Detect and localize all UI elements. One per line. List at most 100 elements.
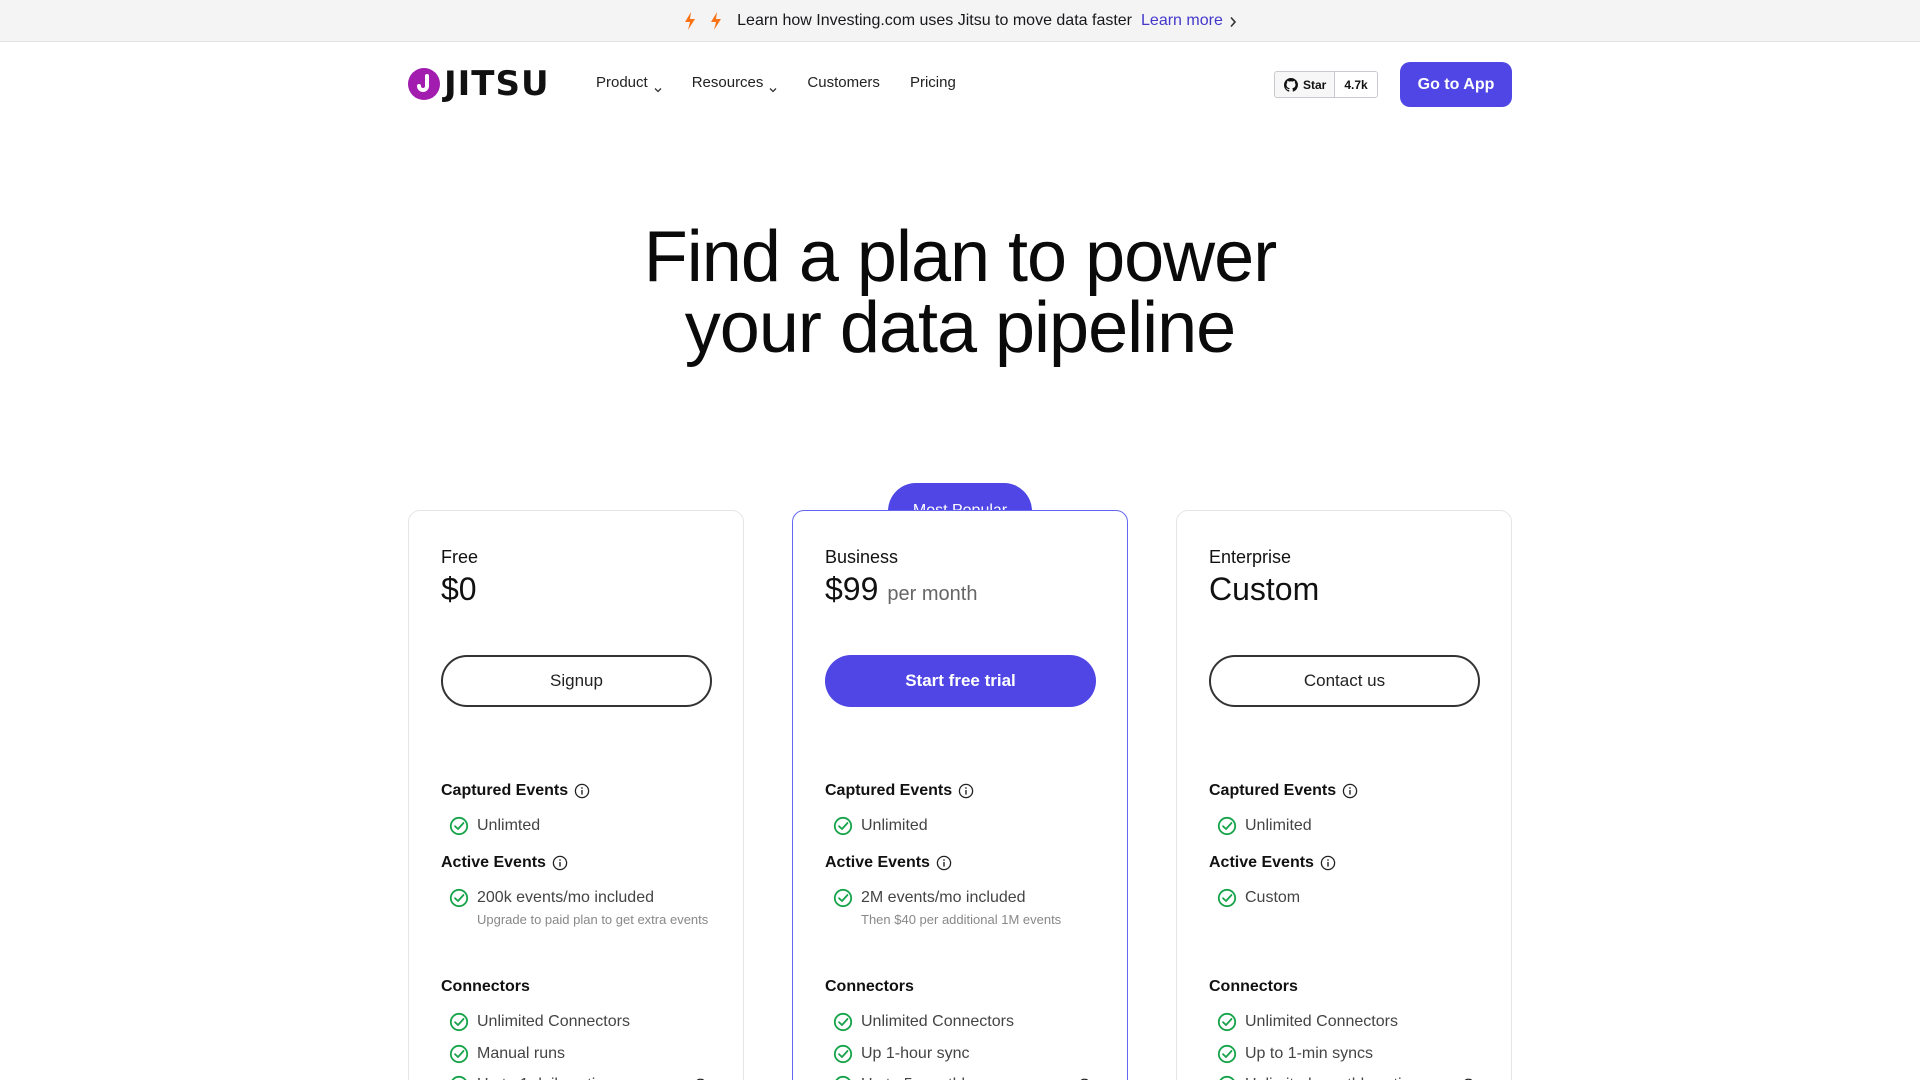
feature-item: Up to 1 daily active syncs	[441, 1075, 721, 1080]
feature-item: Up to 5 monthly syncs	[825, 1075, 1105, 1080]
active-events-note: Then $40 per additional 1M events	[861, 912, 1062, 927]
captured-events-value: Unlimted	[477, 817, 541, 834]
plan-price-group: $99 per month	[825, 571, 977, 608]
connector-feature: Unlimited Connectors	[861, 1013, 1014, 1030]
feature-item: Unlimited Connectors	[1209, 1012, 1489, 1032]
feature-item: 2M events/mo included	[825, 888, 1105, 908]
check-circle-icon	[1217, 816, 1237, 836]
page-title-line-1: Find a plan to power	[643, 217, 1277, 297]
plan-card-free: Free $0 Signup Captured Events Unlimted …	[408, 510, 744, 1080]
bolt-icon	[683, 11, 697, 31]
check-circle-icon	[1217, 1044, 1237, 1064]
info-icon[interactable]	[1342, 783, 1358, 799]
bolt-icon	[709, 11, 723, 31]
github-star-count[interactable]: 4.7k	[1335, 72, 1377, 97]
connector-feature: Manual runs	[477, 1045, 566, 1062]
connectors-heading: Connectors	[825, 978, 914, 995]
active-events-value: 200k events/mo included	[477, 889, 654, 906]
active-events-section: Active Events 200k events/mo included Up…	[441, 853, 721, 929]
check-circle-icon	[449, 1044, 469, 1064]
feature-item: Unlimited Connectors	[441, 1012, 721, 1032]
plan-cta-button[interactable]: Signup	[441, 655, 712, 707]
github-star[interactable]: Star	[1275, 72, 1336, 97]
active-events-heading: Active Events	[825, 853, 1105, 873]
feature-item: Unlimited Connectors	[825, 1012, 1105, 1032]
announcement-bar: Learn how Investing.com uses Jitsu to mo…	[0, 0, 1920, 42]
connectors-heading: Connectors	[441, 978, 530, 995]
check-circle-icon	[833, 888, 853, 908]
captured-events-label: Captured Events	[1209, 782, 1337, 799]
plan-price: Custom	[1209, 571, 1320, 607]
nav-pricing[interactable]: Pricing	[910, 74, 956, 91]
captured-events-label: Captured Events	[441, 782, 569, 799]
announcement-text: Learn how Investing.com uses Jitsu to mo…	[737, 11, 1133, 29]
captured-events-section: Captured Events Unlimted	[441, 781, 721, 836]
connector-feature: Up to 5 monthly syncs	[861, 1075, 1018, 1080]
jitsu-logo[interactable]: JITSU	[408, 64, 550, 104]
nav-customers-label: Customers	[807, 74, 880, 91]
nav-product[interactable]: Product	[596, 74, 662, 92]
github-star-button[interactable]: Star 4.7k	[1274, 71, 1378, 98]
logo-mark-icon	[408, 68, 440, 100]
github-icon	[1284, 77, 1298, 92]
plan-name: Enterprise	[1209, 547, 1292, 567]
feature-item: Unlimited monthly active	[1209, 1075, 1489, 1080]
captured-events-section: Captured Events Unlimited	[1209, 781, 1489, 836]
nav-customers[interactable]: Customers	[807, 74, 880, 91]
active-events-value: Custom	[1245, 889, 1301, 906]
github-star-label: Star	[1303, 77, 1327, 92]
plan-card-business: Business $99 per month Start free trial …	[792, 510, 1128, 1080]
captured-events-value: Unlimited	[1245, 817, 1312, 834]
captured-events-label: Captured Events	[825, 782, 953, 799]
connectors-heading: Connectors	[1209, 978, 1298, 995]
nav-product-label: Product	[596, 74, 648, 91]
nav-resources-label: Resources	[691, 74, 764, 91]
feature-item: Unlimted	[441, 816, 721, 836]
main-nav: Product Resources Customers Pricing	[596, 74, 956, 92]
plan-price-group: $0	[441, 571, 477, 608]
feature-item: 200k events/mo included	[441, 888, 721, 908]
connectors-section: Connectors Unlimited Connectors Up to 1-…	[1209, 977, 1489, 1080]
connector-feature: Unlimited monthly active	[1245, 1075, 1418, 1080]
plan-period: per month	[887, 583, 978, 605]
connectors-section: Connectors Unlimited Connectors Manual r…	[441, 977, 721, 1080]
plan-name: Free	[441, 547, 479, 567]
feature-item: Unlimited	[1209, 816, 1489, 836]
plan-cta-button[interactable]: Start free trial	[825, 655, 1096, 707]
plan-price-group: Custom	[1209, 571, 1319, 608]
check-circle-icon	[449, 888, 469, 908]
info-icon[interactable]	[1320, 855, 1336, 871]
active-events-label: Active Events	[825, 854, 930, 871]
active-events-heading: Active Events	[1209, 853, 1489, 873]
check-circle-icon	[449, 1075, 469, 1080]
check-circle-icon	[833, 1012, 853, 1032]
check-circle-icon	[1217, 1075, 1237, 1080]
active-events-heading: Active Events	[441, 853, 721, 873]
active-events-note: Upgrade to paid plan to get extra events	[477, 912, 709, 927]
plan-cta-button[interactable]: Contact us	[1209, 655, 1480, 707]
captured-events-heading: Captured Events	[825, 781, 1105, 801]
site-header: JITSU Product Resources Customers Pricin…	[408, 62, 1512, 107]
feature-item: Up to 1-min syncs	[1209, 1044, 1489, 1064]
check-circle-icon	[833, 816, 853, 836]
check-circle-icon	[833, 1075, 853, 1080]
info-icon[interactable]	[936, 855, 952, 871]
feature-item: Manual runs	[441, 1044, 721, 1064]
connector-feature: Up to 1 daily active syncs	[477, 1075, 658, 1080]
page-title: Find a plan to power your data pipeline	[0, 217, 1920, 364]
connector-feature: Unlimited Connectors	[477, 1013, 630, 1030]
info-icon[interactable]	[574, 783, 590, 799]
learn-more-link[interactable]: Learn more	[1141, 12, 1237, 30]
chevron-right-icon	[1229, 15, 1237, 27]
nav-resources[interactable]: Resources	[691, 74, 778, 92]
active-events-label: Active Events	[1209, 854, 1314, 871]
info-icon[interactable]	[552, 855, 568, 871]
chevron-down-icon	[654, 80, 662, 92]
info-icon[interactable]	[958, 783, 974, 799]
check-circle-icon	[449, 1012, 469, 1032]
logo-text: JITSU	[444, 64, 550, 104]
captured-events-value: Unlimited	[861, 817, 928, 834]
go-to-app-button[interactable]: Go to App	[1400, 62, 1512, 107]
plan-name: Business	[825, 547, 899, 567]
active-events-section: Active Events 2M events/mo included Then…	[825, 853, 1105, 929]
